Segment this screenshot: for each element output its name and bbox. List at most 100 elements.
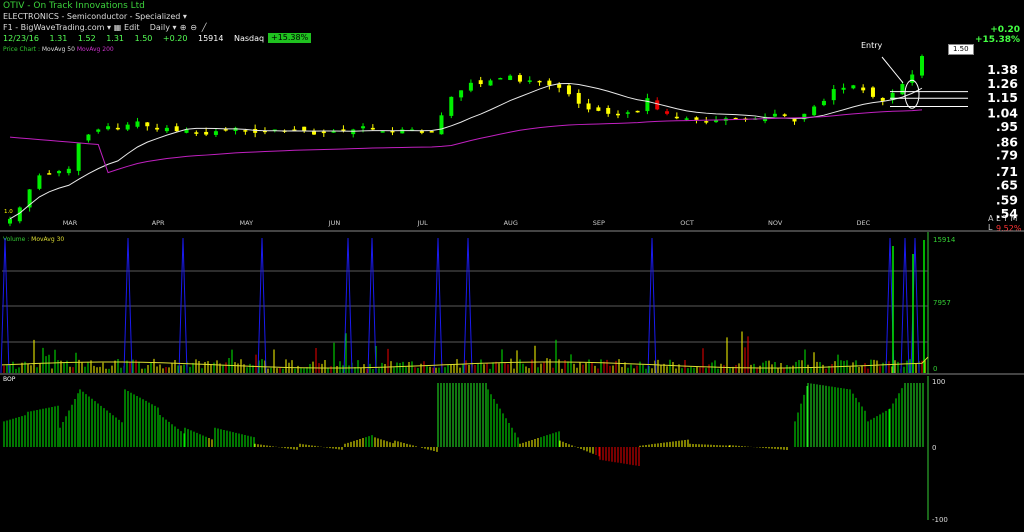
volume-ma-line (1, 356, 929, 369)
price-candle (586, 103, 591, 110)
month-tick-label: NOV (768, 219, 783, 227)
entry-arrow (881, 56, 904, 84)
price-candle (566, 85, 571, 95)
price-candle (66, 168, 71, 174)
price-candle (429, 131, 434, 133)
price-candle (47, 173, 52, 175)
price-candle (106, 126, 111, 130)
price-candle (351, 129, 356, 135)
price-candle (125, 124, 130, 130)
price-tick-label: 1.38 (987, 62, 1018, 77)
price-tick-label: .79 (996, 148, 1018, 163)
price-candle (596, 107, 601, 111)
price-candle (115, 127, 120, 130)
price-candle (302, 126, 307, 132)
low-price-label: 1.0 (4, 209, 13, 215)
price-tick-label: .54 (996, 206, 1018, 221)
price-candle (488, 80, 493, 86)
volume-tick-label: 7957 (933, 299, 951, 307)
price-tick-label: 1.26 (987, 76, 1018, 91)
price-candle (243, 130, 248, 132)
price-candle (468, 82, 473, 91)
month-tick-label: JUN (328, 219, 341, 227)
price-candle (920, 56, 924, 76)
price-candle (223, 129, 228, 131)
price-candle (145, 122, 150, 127)
month-tick-label: JUL (416, 219, 428, 227)
month-tick-label: MAR (63, 219, 78, 227)
price-candle (380, 131, 385, 133)
price-candle (576, 92, 581, 104)
price-candle (861, 87, 866, 91)
price-candle (821, 100, 826, 106)
month-tick-label: MAY (240, 219, 254, 227)
price-candle (76, 143, 81, 171)
price-candle (86, 134, 91, 141)
bop-tick-label: 0 (932, 444, 936, 452)
price-candle (606, 107, 611, 114)
month-tick-label: DEC (857, 219, 871, 227)
price-candle (537, 80, 542, 83)
price-candle (253, 128, 258, 133)
price-candle (527, 80, 532, 82)
ma50-line (9, 82, 923, 220)
price-tick-label: .65 (996, 178, 1018, 193)
price-candle (616, 113, 620, 116)
price-candle (694, 117, 699, 120)
price-candle (831, 89, 836, 101)
chart-canvas: MAR APR MAY JUN JUL AUG SEP OCT NOV DEC 1.381.26 1.… (0, 54, 1024, 524)
price-candle (164, 127, 169, 132)
month-tick-label: AUG (504, 219, 518, 227)
price-candle (635, 110, 640, 113)
volume-tick-label: 15914 (933, 236, 956, 244)
price-candle (557, 84, 562, 88)
price-candle (508, 75, 513, 80)
price-candle (370, 127, 375, 130)
month-tick-label: SEP (593, 219, 605, 227)
price-candle (439, 115, 444, 135)
price-candle (37, 175, 42, 189)
price-candle (812, 106, 817, 116)
price-candle (459, 90, 464, 98)
price-candle (674, 116, 679, 119)
price-candle (155, 127, 160, 130)
price-candle (704, 121, 709, 123)
price-candle (135, 121, 140, 127)
price-tick-label: 1.04 (987, 105, 1018, 120)
price-candle (400, 129, 405, 134)
price-candle (498, 78, 503, 80)
price-candle (910, 74, 915, 83)
price-candle (665, 111, 670, 114)
price-candle (880, 97, 885, 101)
price-candle (772, 113, 777, 117)
price-candle (517, 75, 522, 82)
price-candle (449, 96, 454, 116)
price-candle (547, 80, 552, 86)
price-tick-label: .95 (996, 119, 1018, 134)
price-candle (194, 132, 199, 134)
price-candle (655, 100, 660, 110)
price-candle (645, 98, 650, 112)
price-candle (321, 131, 326, 134)
price-candle (841, 87, 846, 90)
price-candle (851, 85, 856, 89)
price-candle (684, 118, 689, 120)
price-candle (478, 80, 483, 85)
price-candle (96, 129, 101, 132)
price-candle (8, 218, 12, 224)
price-candle (900, 84, 905, 95)
price-candle (870, 87, 875, 97)
price-candle (174, 126, 179, 132)
price-candle (625, 112, 630, 114)
bop-tick-label: -100 (932, 516, 948, 524)
price-candle (57, 170, 62, 174)
bop-tick-label: 100 (932, 378, 945, 386)
month-tick-label: OCT (680, 219, 694, 227)
volume-tick-label: 0 (933, 365, 937, 373)
price-candle (361, 126, 366, 129)
price-candle (204, 131, 209, 135)
price-candle (213, 131, 218, 135)
ma200-line (9, 109, 923, 174)
month-tick-label: APR (152, 219, 165, 227)
price-candle (782, 114, 787, 116)
